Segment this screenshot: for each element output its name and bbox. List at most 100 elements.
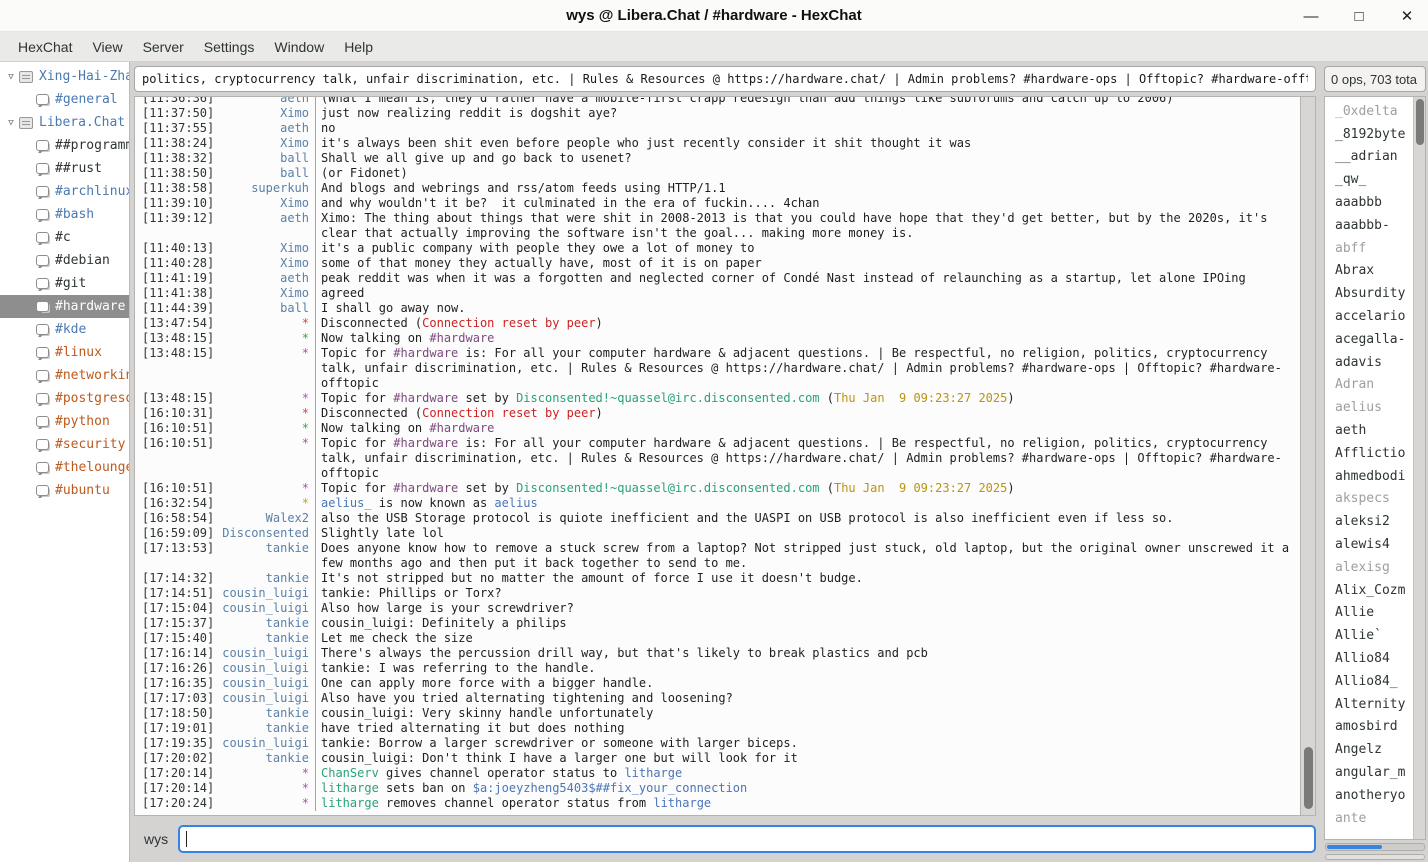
- user-list-item[interactable]: Abrax: [1325, 260, 1413, 283]
- user-list-item[interactable]: aeth: [1325, 419, 1413, 442]
- tree-network-xing-hai-zhan[interactable]: ▽Xing-Hai-Zhan: [0, 65, 129, 88]
- tree-channel-linux[interactable]: #linux: [0, 341, 129, 364]
- tree-channel-archlinux[interactable]: #archlinux: [0, 180, 129, 203]
- menu-item-window[interactable]: Window: [264, 35, 334, 59]
- user-list-item[interactable]: aleksi2: [1325, 510, 1413, 533]
- user-list-item[interactable]: alewis4: [1325, 533, 1413, 556]
- user-list-item[interactable]: accelario: [1325, 305, 1413, 328]
- user-list-item[interactable]: ante: [1325, 807, 1413, 830]
- user-list-item[interactable]: Alternity: [1325, 693, 1413, 716]
- message-segment: Topic for: [321, 436, 393, 450]
- user-list-item[interactable]: aelius: [1325, 396, 1413, 419]
- minimize-icon[interactable]: —: [1300, 8, 1322, 25]
- timestamp: [11:44:39]: [135, 301, 217, 316]
- user-list-item[interactable]: aaabbb-: [1325, 214, 1413, 237]
- chat-line: [16:59:09]DisconsentedSlightly late lol: [135, 526, 1300, 541]
- user-list-item[interactable]: aaabbb: [1325, 191, 1413, 214]
- user-list-item[interactable]: anotheryo: [1325, 784, 1413, 807]
- tree-channel-c[interactable]: #c: [0, 226, 129, 249]
- nick: tankie: [217, 571, 315, 586]
- user-list-item[interactable]: Allie: [1325, 602, 1413, 625]
- nick: *: [217, 391, 315, 406]
- timestamp: [17:16:26]: [135, 661, 217, 676]
- user-list-item[interactable]: acegalla-: [1325, 328, 1413, 351]
- user-list-item[interactable]: Allio84: [1325, 647, 1413, 670]
- user-list-item[interactable]: abff: [1325, 237, 1413, 260]
- tree-channel-thelounge[interactable]: #thelounge: [0, 456, 129, 479]
- channel-label: #bash: [55, 207, 94, 222]
- user-list-item[interactable]: Absurdity: [1325, 282, 1413, 305]
- user-list-item[interactable]: __adrian: [1325, 146, 1413, 169]
- user-list-item[interactable]: Angelz: [1325, 738, 1413, 761]
- chat-line: [17:16:14]cousin_luigiThere's always the…: [135, 646, 1300, 661]
- expander-icon[interactable]: ▽: [3, 118, 19, 128]
- userlist-scrollbar[interactable]: [1413, 97, 1425, 839]
- timestamp: [11:41:19]: [135, 271, 217, 286]
- message-segment: gives channel operator status to: [379, 766, 625, 780]
- tree-channel-ubuntu[interactable]: #ubuntu: [0, 479, 129, 502]
- tree-channel-debian[interactable]: #debian: [0, 249, 129, 272]
- menu-item-hexchat[interactable]: HexChat: [8, 35, 82, 59]
- user-list-item[interactable]: _0xdelta: [1325, 100, 1413, 123]
- user-list-item[interactable]: _qw_: [1325, 168, 1413, 191]
- message-segment: is: For all your computer hardware & adj…: [321, 436, 1282, 480]
- tree-channel-postgresql[interactable]: #postgresql: [0, 387, 129, 410]
- menu-item-server[interactable]: Server: [133, 35, 194, 59]
- timestamp: [16:59:09]: [135, 526, 217, 541]
- tree-channel-general[interactable]: #general: [0, 88, 129, 111]
- message-segment: set by: [458, 481, 516, 495]
- nick: Ximo: [217, 241, 315, 256]
- menu-item-help[interactable]: Help: [334, 35, 383, 59]
- message-segment: ): [596, 406, 603, 420]
- tree-channel-git[interactable]: #git: [0, 272, 129, 295]
- topic-input[interactable]: [134, 66, 1316, 92]
- message-text: Let me check the size: [315, 631, 1300, 646]
- chat-scrollbar[interactable]: [1300, 97, 1315, 815]
- user-list-item[interactable]: alexisg: [1325, 556, 1413, 579]
- tree-channel-bash[interactable]: #bash: [0, 203, 129, 226]
- menu-item-view[interactable]: View: [82, 35, 132, 59]
- chat-scrollbar-thumb[interactable]: [1304, 747, 1313, 809]
- timestamp: [16:58:54]: [135, 511, 217, 526]
- user-list-item[interactable]: angular_m: [1325, 761, 1413, 784]
- channel-icon: [36, 347, 49, 358]
- channel-icon: [36, 232, 49, 243]
- user-list-item[interactable]: Allio84_: [1325, 670, 1413, 693]
- user-list-item[interactable]: amosbird: [1325, 716, 1413, 739]
- user-list-item[interactable]: _8192byte: [1325, 123, 1413, 146]
- titlebar: wys @ Libera.Chat / #hardware - HexChat …: [0, 0, 1428, 32]
- user-list-item[interactable]: ahmedbodi: [1325, 465, 1413, 488]
- user-list-item[interactable]: Alix_Cozm: [1325, 579, 1413, 602]
- message-segment: is now known as: [372, 496, 495, 510]
- message-input[interactable]: [178, 825, 1316, 853]
- user-list-item[interactable]: akspecs: [1325, 488, 1413, 511]
- tree-channel-kde[interactable]: #kde: [0, 318, 129, 341]
- tree-channel-rust[interactable]: ##rust: [0, 157, 129, 180]
- nick: Ximo: [217, 136, 315, 151]
- timestamp: [17:17:03]: [135, 691, 217, 706]
- tree-channel-programming[interactable]: ##programming: [0, 134, 129, 157]
- tree-channel-python[interactable]: #python: [0, 410, 129, 433]
- message-segment: aelius: [494, 496, 537, 510]
- user-list-item[interactable]: Allie`: [1325, 624, 1413, 647]
- user-list-item[interactable]: Adran: [1325, 374, 1413, 397]
- server-icon: [19, 71, 33, 83]
- maximize-icon[interactable]: □: [1348, 8, 1370, 25]
- close-icon[interactable]: ✕: [1396, 7, 1418, 25]
- user-list-item[interactable]: adavis: [1325, 351, 1413, 374]
- timestamp: [17:16:35]: [135, 676, 217, 691]
- message-text: One can apply more force with a bigger h…: [315, 676, 1300, 691]
- message-segment: cousin_luigi: Don't think I have a large…: [321, 751, 798, 765]
- message-segment: ): [596, 316, 603, 330]
- message-segment: Ximo: The thing about things that were s…: [321, 211, 1275, 240]
- userlist-scrollbar-thumb[interactable]: [1416, 99, 1424, 145]
- tree-channel-hardware[interactable]: #hardware: [0, 295, 129, 318]
- menu-item-settings[interactable]: Settings: [194, 35, 265, 59]
- nick: *: [217, 406, 315, 421]
- user-list-item[interactable]: Afflictio: [1325, 442, 1413, 465]
- message-segment: Now talking on: [321, 331, 429, 345]
- tree-channel-security[interactable]: #security: [0, 433, 129, 456]
- expander-icon[interactable]: ▽: [3, 72, 19, 82]
- tree-channel-networking[interactable]: #networking: [0, 364, 129, 387]
- tree-network-libera.chat[interactable]: ▽Libera.Chat: [0, 111, 129, 134]
